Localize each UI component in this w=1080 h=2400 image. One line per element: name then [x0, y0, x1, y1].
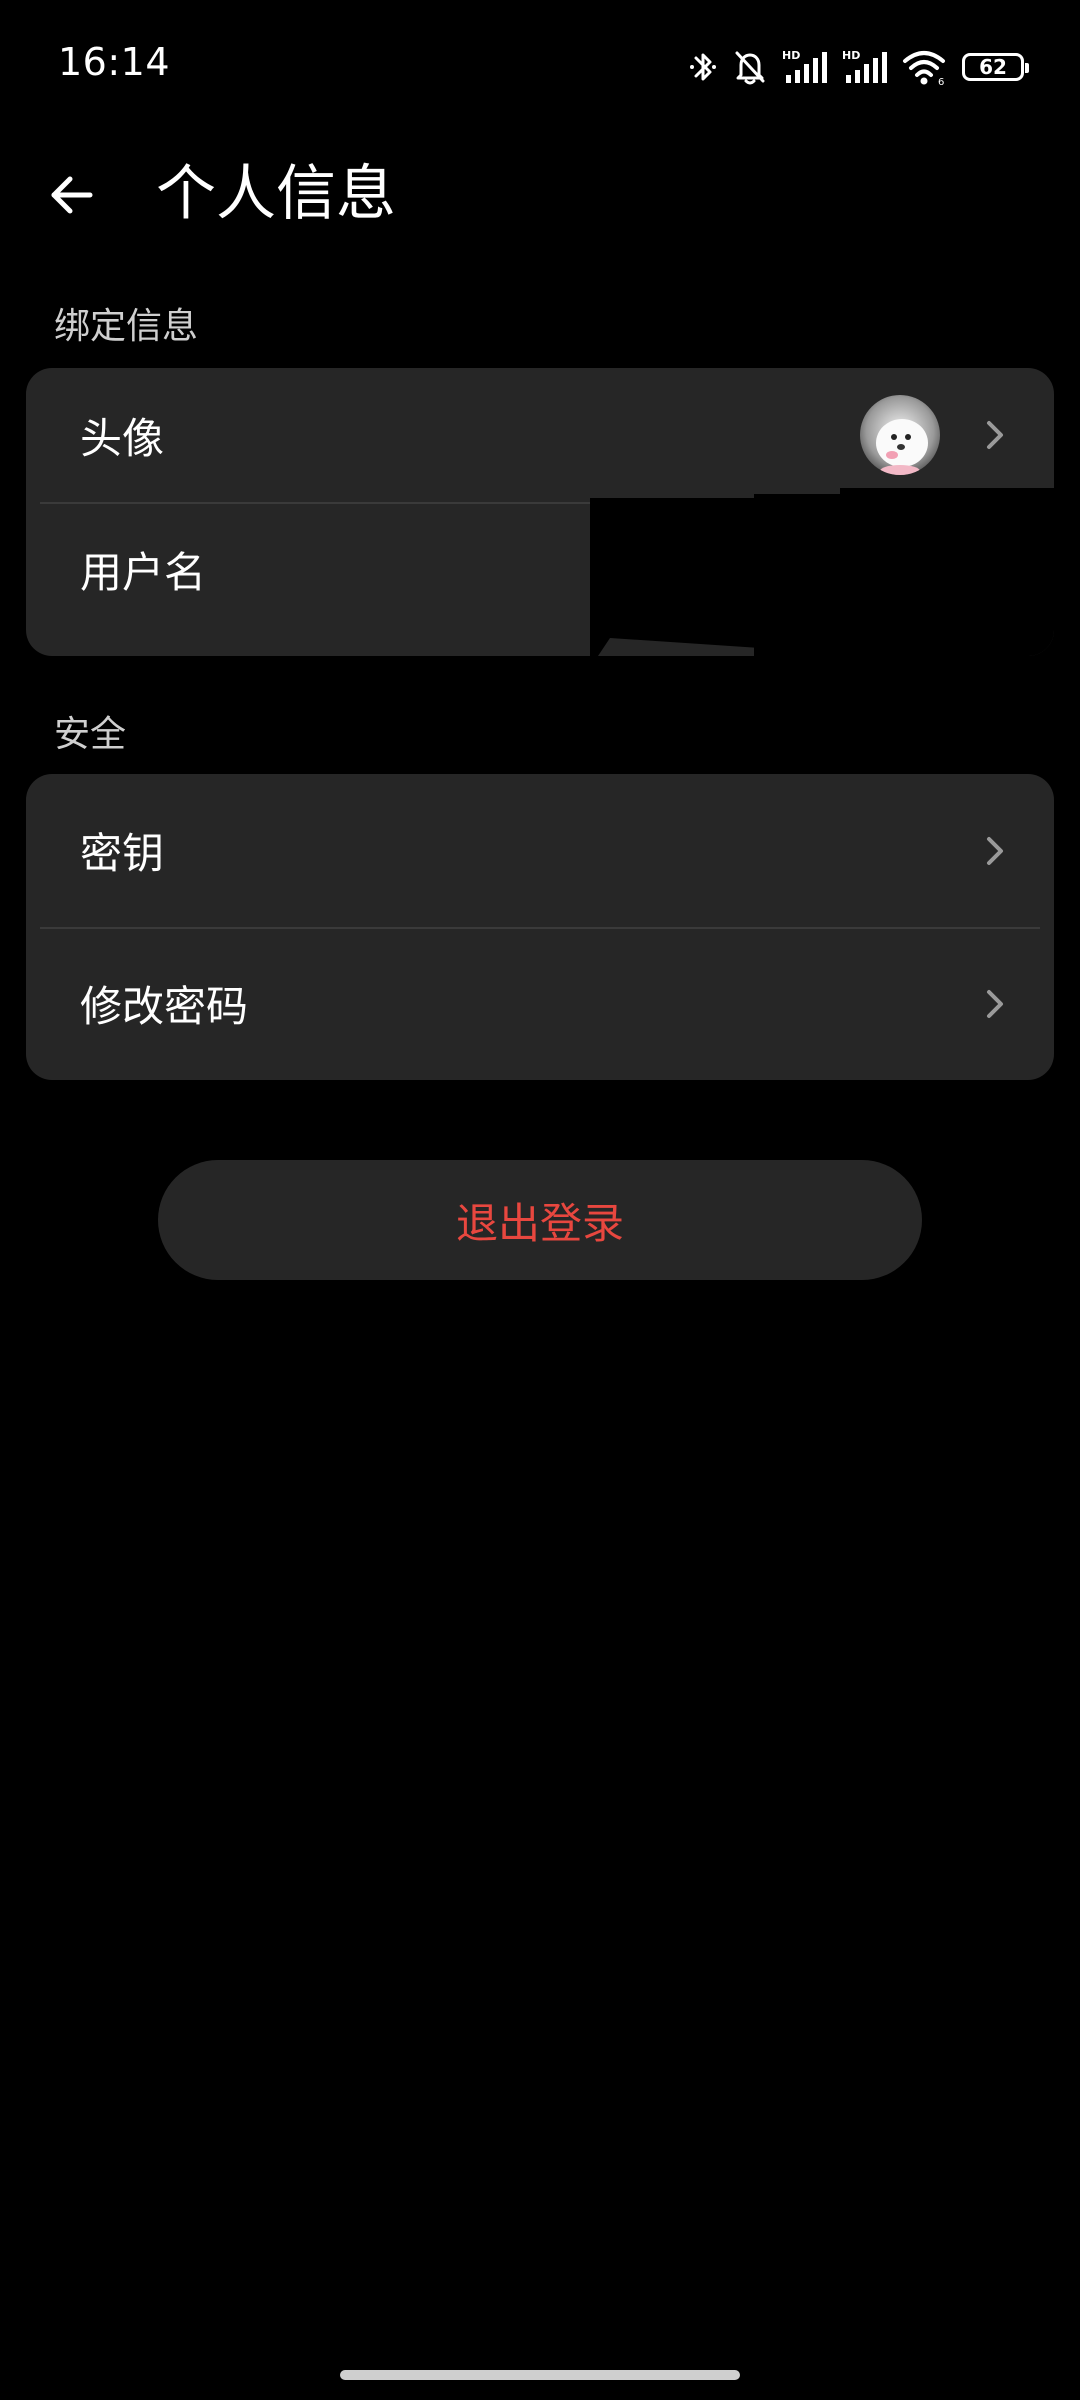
- status-icons: HD HD 6 62: [688, 44, 1029, 90]
- avatar: [860, 395, 940, 475]
- key-row-label: 密钥: [80, 829, 165, 878]
- status-time: 16:14: [58, 40, 171, 84]
- app-header: 个人信息: [0, 140, 1080, 250]
- logout-label: 退出登录: [455, 1198, 624, 1248]
- battery-level: 62: [979, 55, 1007, 79]
- signal-hd-icon: HD: [842, 48, 888, 86]
- page-title: 个人信息: [156, 159, 396, 229]
- battery-icon: 62: [962, 53, 1029, 81]
- bluetooth-icon: [688, 48, 718, 86]
- chevron-right-icon: [987, 989, 1003, 1018]
- redaction-mask-outer: [590, 488, 1054, 668]
- signal-hd-tag: HD: [842, 49, 860, 62]
- silent-bell-icon: [732, 48, 768, 86]
- signal-hd-tag: HD: [782, 49, 800, 62]
- signal-hd-icon: HD: [782, 48, 828, 86]
- security-card: 密钥 修改密码: [26, 774, 1054, 1080]
- chevron-right-icon: [987, 836, 1003, 865]
- status-bar: 16:14 HD HD 6 62: [0, 0, 1080, 130]
- back-button[interactable]: [40, 163, 104, 227]
- logout-button[interactable]: 退出登录: [158, 1160, 922, 1280]
- arrow-left-icon: [51, 176, 93, 214]
- section-label-binding: 绑定信息: [54, 306, 199, 347]
- avatar-row[interactable]: 头像: [26, 368, 1054, 502]
- chevron-right-icon: [987, 421, 1003, 449]
- wifi-icon: 6: [902, 48, 948, 86]
- svg-text:6: 6: [938, 77, 944, 86]
- key-row[interactable]: 密钥: [26, 774, 1054, 927]
- change-password-row[interactable]: 修改密码: [26, 927, 1054, 1080]
- avatar-row-label: 头像: [80, 413, 165, 463]
- section-label-security: 安全: [54, 714, 127, 755]
- change-password-row-label: 修改密码: [80, 982, 249, 1031]
- username-row-label: 用户名: [80, 547, 207, 597]
- home-indicator[interactable]: [340, 2370, 740, 2380]
